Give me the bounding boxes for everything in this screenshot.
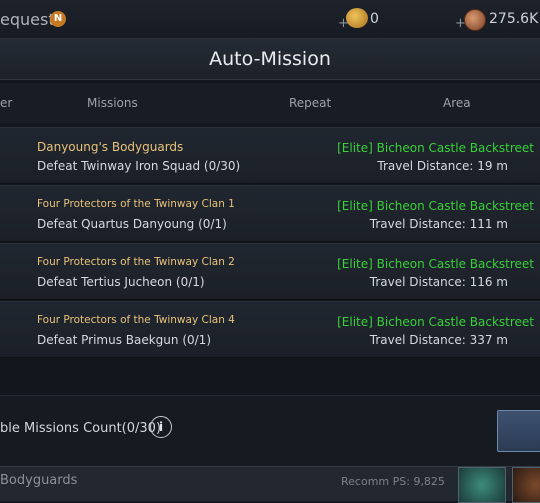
mission-title: Four Protectors of the Twinway Clan 2 bbox=[37, 256, 235, 268]
mission-distance: Travel Distance: 337 m bbox=[369, 333, 508, 347]
auto-mission-panel: Auto-Mission er Missions Repeat Area Dan… bbox=[0, 38, 540, 467]
request-label[interactable]: equest bbox=[0, 10, 55, 29]
mission-title: Danyoung's Bodyguards bbox=[37, 140, 184, 154]
mission-objective: Defeat Primus Baekgun (0/1) bbox=[37, 333, 211, 347]
mission-title: Four Protectors of the Twinway Clan 4 bbox=[37, 314, 235, 326]
header-repeat: Repeat bbox=[289, 96, 332, 110]
quest-tracker-title: Bodyguards bbox=[0, 473, 78, 488]
mission-distance: Travel Distance: 19 m bbox=[377, 159, 508, 173]
top-bar: equest N + 0 + 275.6K bbox=[0, 0, 540, 40]
skill-thumbnail[interactable] bbox=[458, 467, 506, 503]
mission-row[interactable]: Four Protectors of the Twinway Clan 4 De… bbox=[0, 301, 540, 358]
skill-thumbnail[interactable] bbox=[512, 467, 540, 503]
mission-row[interactable]: Four Protectors of the Twinway Clan 1 De… bbox=[0, 185, 540, 242]
copper-coin-icon bbox=[464, 9, 486, 31]
mission-area: [Elite] Bicheon Castle Backstreet bbox=[337, 257, 534, 271]
header-left-partial: er bbox=[0, 96, 13, 110]
mission-distance: Travel Distance: 116 m bbox=[369, 275, 508, 289]
header-area: Area bbox=[443, 96, 471, 110]
new-badge: N bbox=[50, 11, 66, 27]
auto-mission-start-button[interactable] bbox=[497, 410, 540, 452]
mission-objective: Defeat Quartus Danyoung (0/1) bbox=[37, 217, 227, 231]
recommended-power: Recomm PS: 9,825 bbox=[341, 475, 445, 488]
mission-area: [Elite] Bicheon Castle Backstreet bbox=[337, 315, 534, 329]
mission-row[interactable]: Danyoung's Bodyguards Defeat Twinway Iro… bbox=[0, 127, 540, 184]
gold-value: 0 bbox=[370, 11, 379, 27]
mission-area: [Elite] Bicheon Castle Backstreet bbox=[337, 141, 534, 155]
panel-title: Auto-Mission bbox=[0, 39, 540, 80]
column-headers: er Missions Repeat Area bbox=[0, 83, 540, 123]
mission-title: Four Protectors of the Twinway Clan 1 bbox=[37, 198, 235, 210]
header-missions: Missions bbox=[87, 96, 138, 110]
info-icon[interactable]: i bbox=[150, 416, 172, 438]
quest-tracker-strip[interactable]: Bodyguards Recomm PS: 9,825 bbox=[0, 466, 540, 503]
panel-footer: ble Missions Count(0/30) i bbox=[0, 395, 540, 466]
available-missions-count: ble Missions Count(0/30) bbox=[0, 421, 162, 436]
mission-objective: Defeat Tertius Jucheon (0/1) bbox=[37, 275, 205, 289]
mission-objective: Defeat Twinway Iron Squad (0/30) bbox=[37, 159, 241, 173]
mission-distance: Travel Distance: 111 m bbox=[369, 217, 508, 231]
mission-row[interactable]: Four Protectors of the Twinway Clan 2 De… bbox=[0, 243, 540, 300]
copper-value: 275.6K bbox=[489, 11, 539, 27]
mission-area: [Elite] Bicheon Castle Backstreet bbox=[337, 199, 534, 213]
gold-coin-icon bbox=[346, 8, 368, 28]
